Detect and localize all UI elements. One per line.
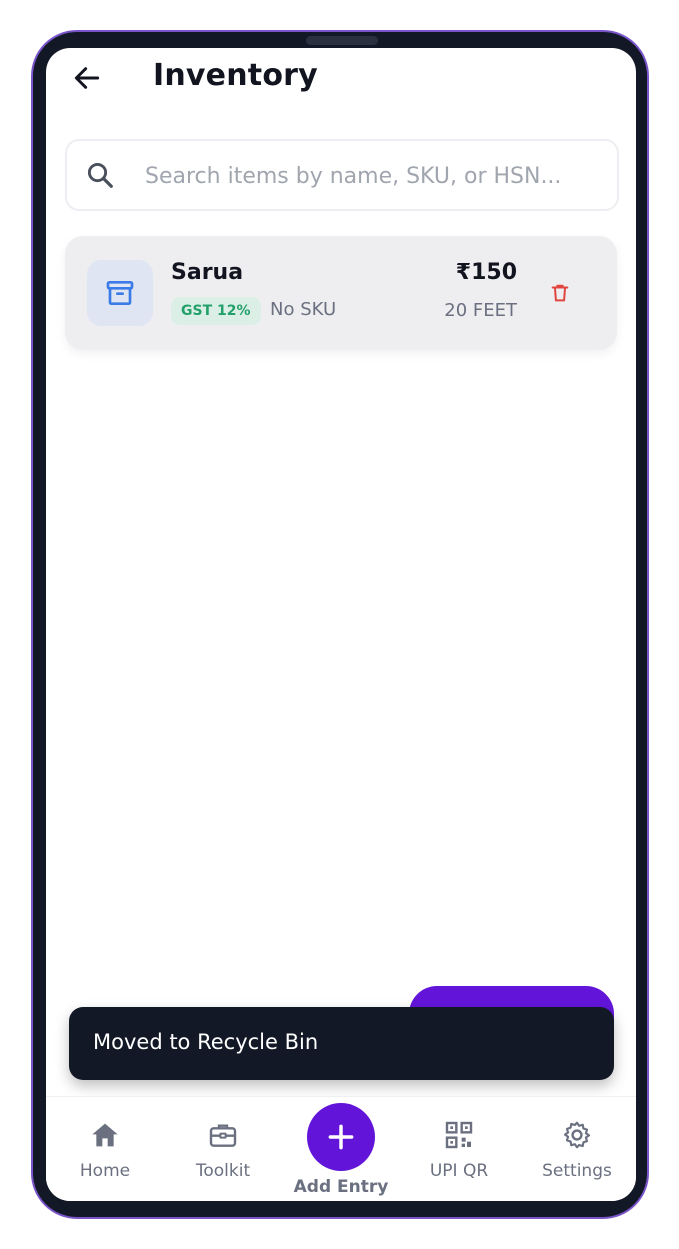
arrow-left-icon[interactable]	[71, 62, 103, 94]
bottom-navigation: Home Toolkit Add Entry UPI QR Settings	[46, 1096, 636, 1201]
app-header: Inventory	[46, 48, 636, 128]
nav-item-settings[interactable]: Settings	[522, 1097, 632, 1197]
toolkit-briefcase-icon	[209, 1124, 237, 1147]
nav-item-upi-qr[interactable]: UPI QR	[404, 1097, 514, 1197]
inventory-item-card[interactable]: Sarua GST 12% No SKU ₹150 20 FEET	[65, 236, 617, 350]
add-entry-label[interactable]: Add Entry	[276, 1177, 406, 1197]
home-icon	[92, 1123, 118, 1147]
search-icon	[87, 162, 113, 188]
archive-box-icon	[106, 281, 134, 305]
gst-badge: GST 12%	[171, 297, 261, 325]
app-screen: Inventory Sarua GST 12% No SKU ₹150 20 F…	[46, 48, 636, 1201]
item-sku: No SKU	[270, 299, 337, 320]
search-box[interactable]	[65, 139, 619, 211]
add-entry-button[interactable]	[307, 1103, 375, 1171]
phone-frame: Inventory Sarua GST 12% No SKU ₹150 20 F…	[31, 30, 649, 1219]
nav-item-home[interactable]: Home	[50, 1097, 160, 1197]
item-icon-container	[87, 260, 153, 326]
item-quantity: 20 FEET	[444, 300, 517, 321]
item-price: ₹150	[455, 260, 517, 285]
qr-code-icon	[445, 1121, 473, 1149]
item-name: Sarua	[171, 260, 244, 285]
nav-label: Settings	[542, 1161, 612, 1181]
plus-icon	[328, 1124, 354, 1150]
nav-label: Toolkit	[195, 1161, 251, 1181]
nav-label: Home	[79, 1161, 131, 1181]
page-title: Inventory	[153, 58, 318, 93]
search-input[interactable]	[143, 141, 602, 211]
gear-icon	[563, 1121, 591, 1149]
nav-label: UPI QR	[429, 1161, 489, 1181]
nav-item-toolkit[interactable]: Toolkit	[168, 1097, 278, 1197]
trash-icon[interactable]	[549, 281, 571, 305]
snackbar: Moved to Recycle Bin	[69, 1007, 614, 1080]
snackbar-message: Moved to Recycle Bin	[93, 1030, 319, 1054]
speaker-notch	[306, 36, 378, 45]
